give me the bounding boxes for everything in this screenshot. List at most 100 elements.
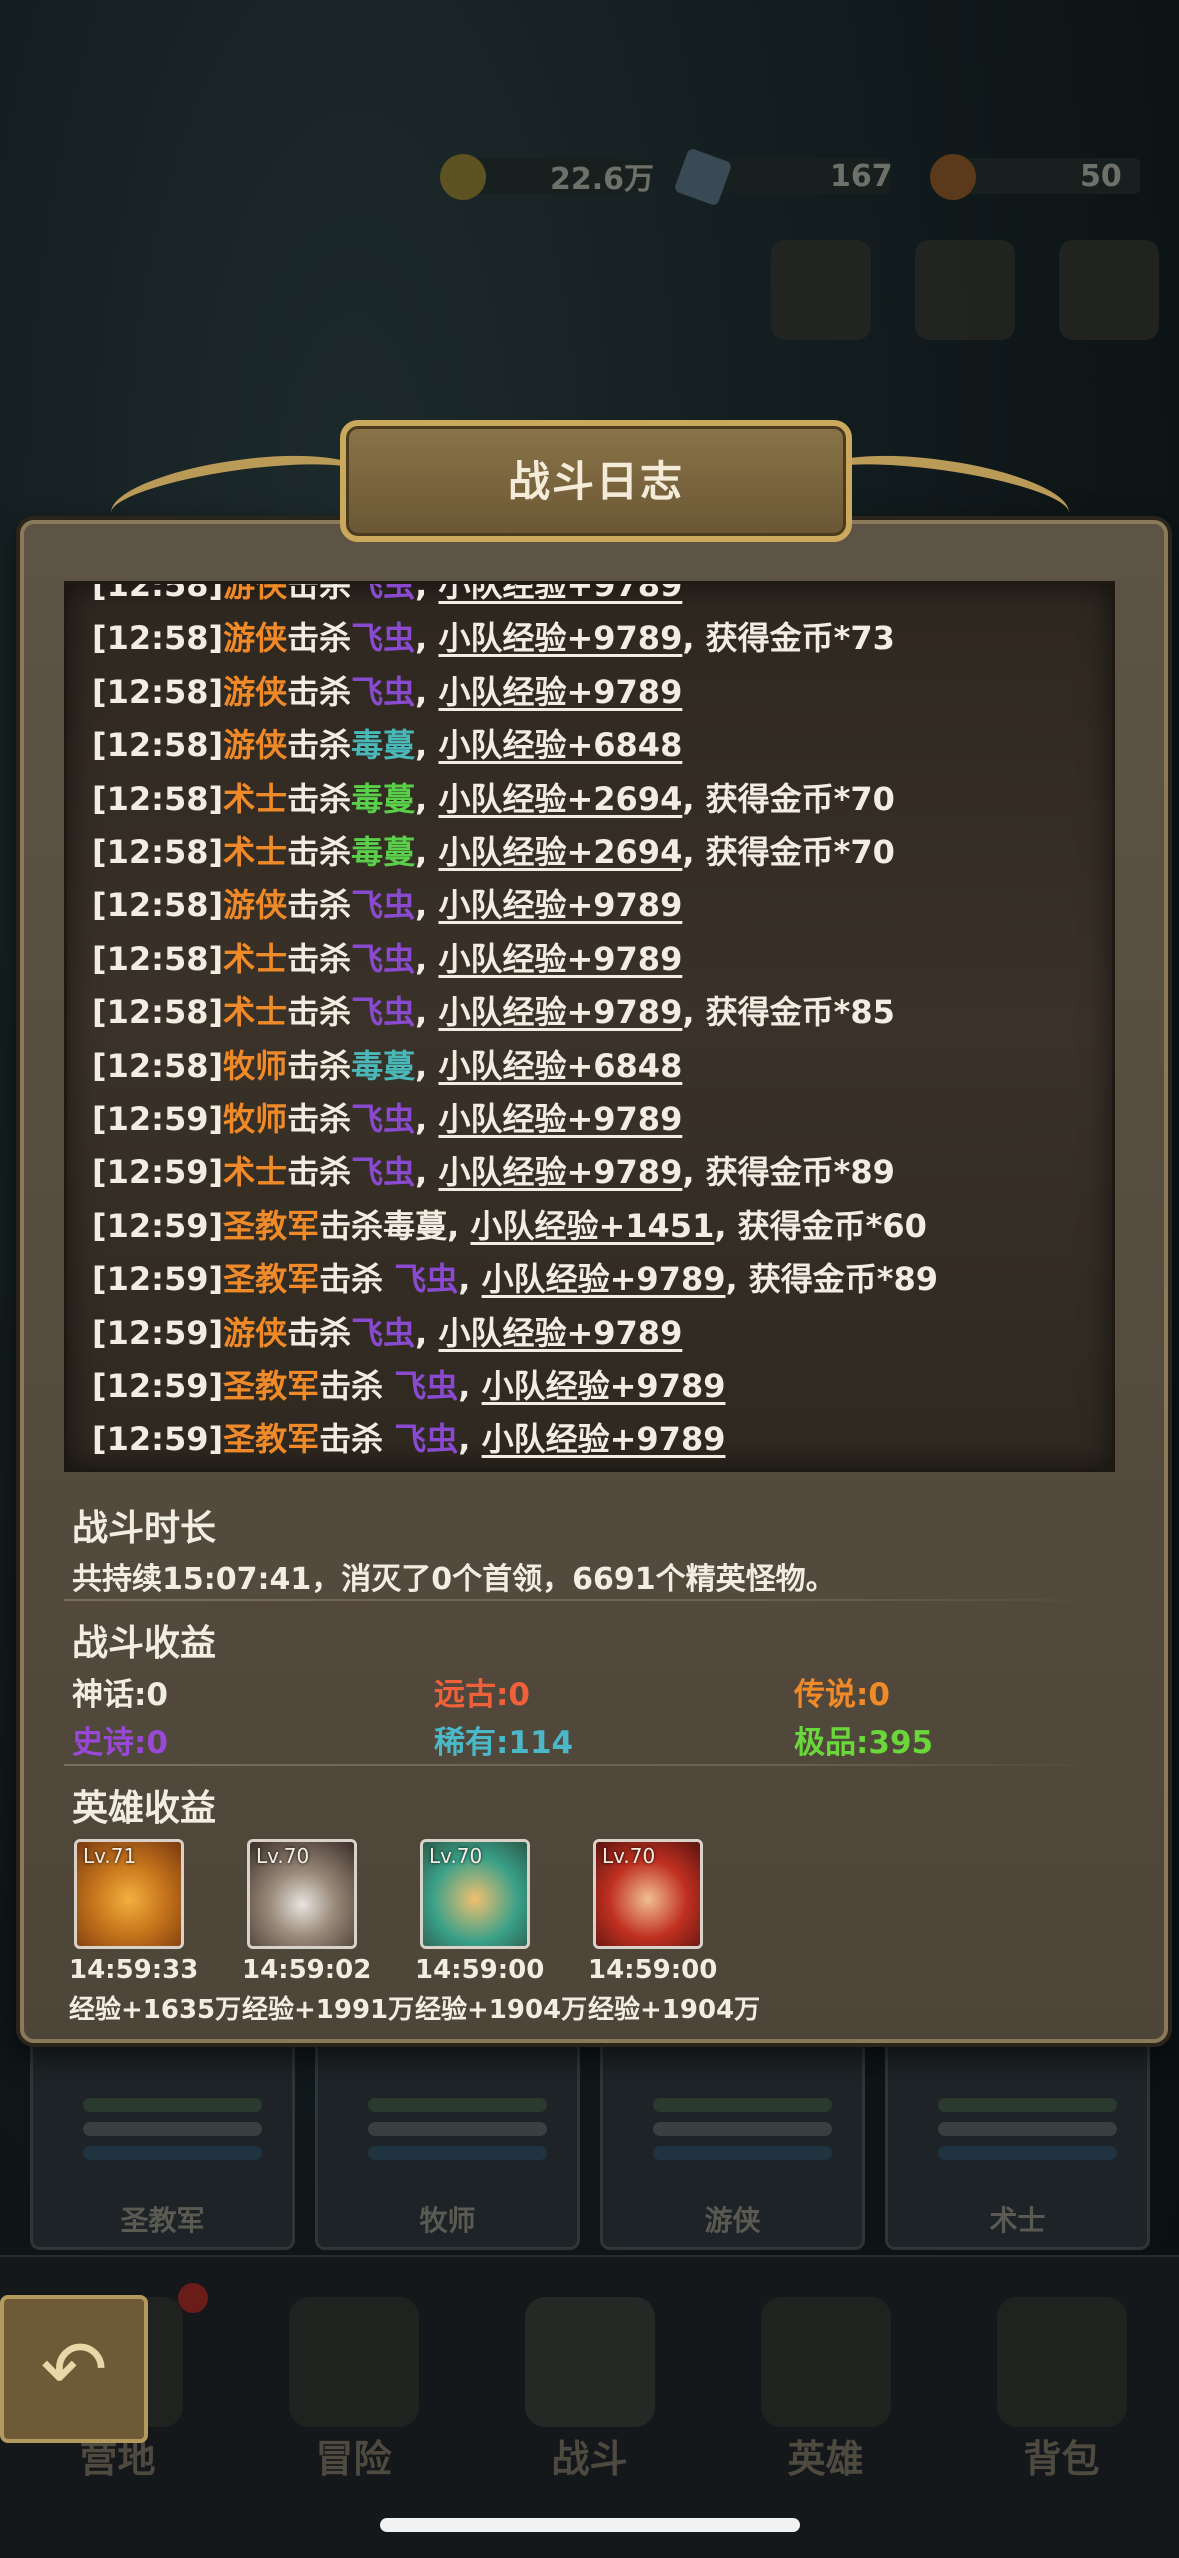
hero-portrait[interactable]: Lv.70 [420,1839,530,1949]
log-exp[interactable]: 小队经验+6848 [438,1047,682,1085]
log-actor: 游侠 [223,619,288,658]
log-entry: [12:59]游侠击杀飞虫, 小队经验+9789 [92,1307,682,1359]
hero-level: Lv.70 [602,1844,656,1868]
hero-slot[interactable]: 游侠 [600,2035,865,2250]
log-time: [12:58] [92,939,224,978]
log-time: [12:58] [92,726,224,765]
log-entry: [12:58]术士击杀毒蔓, 小队经验+2694, 获得金币*70 [92,826,895,878]
nav-heroes[interactable]: 英雄 [708,2257,943,2497]
log-sep: , [415,993,439,1032]
log-verb: 击杀 [319,1367,395,1405]
log-target: 飞虫 [351,939,416,978]
bars [938,2098,1117,2170]
log-actor: 术士 [223,1153,288,1192]
log-actor: 游侠 [223,886,288,925]
log-entry: [12:58]游侠击杀飞虫, 小队经验+9789 [92,879,682,931]
quest-book-icon[interactable] [915,240,1015,340]
divider [64,1599,1114,1601]
mail-icon[interactable] [771,240,871,340]
home-indicator[interactable] [380,2518,800,2532]
map-pin-icon [288,2297,419,2427]
hero-portrait[interactable]: Lv.70 [247,1839,357,1949]
energy-orb-icon [930,154,976,200]
log-exp[interactable]: 小队经验+9789 [438,584,682,604]
settings-wrench-icon[interactable] [1059,240,1159,340]
log-time: [12:58] [92,886,224,925]
log-exp[interactable]: 小队经验+9789 [438,993,682,1031]
log-actor: 术士 [223,833,288,871]
hero-slot[interactable]: 术士 [885,2035,1150,2250]
log-entry: [12:58]术士击杀飞虫, 小队经验+9789, 获得金币*85 [92,986,895,1038]
log-entry: [12:59]圣教军击杀 飞虫, 小队经验+9789, 获得金币*89 [92,1253,938,1305]
hero-portrait[interactable]: Lv.70 [593,1839,703,1949]
log-exp[interactable]: 小队经验+9789 [438,940,682,978]
log-exp[interactable]: 小队经验+9789 [438,1100,682,1138]
log-actor: 游侠 [223,672,288,711]
log-verb: 击杀 [287,939,352,978]
log-actor: 术士 [223,939,288,978]
log-verb: 击杀 [287,672,352,711]
hero-time: 14:59:33 [69,1955,199,1985]
log-exp[interactable]: 小队经验+9789 [438,886,682,924]
log-verb: 击杀 [287,886,352,925]
hero-slot[interactable]: 圣教军 [30,2035,295,2250]
battle-log-list[interactable]: [12:58]游侠击杀飞虫, 小队经验+9789 [12:58]游侠击杀飞虫, 小… [64,581,1115,1472]
log-verb: 击杀 [319,1206,384,1245]
log-actor: 牧师 [223,1046,288,1085]
hero-portrait[interactable]: Lv.71 [74,1839,184,1949]
log-sep: , [458,1367,482,1405]
log-exp[interactable]: 小队经验+9789 [482,1420,726,1458]
log-time: [12:58] [92,581,224,604]
log-sep: , [415,1313,439,1352]
log-verb: 击杀 [319,1420,395,1459]
log-gold: , 获得金币*85 [682,993,895,1032]
log-time: [12:58] [92,672,224,711]
log-sep: , [415,1046,439,1085]
energy-value: 50 [1080,158,1122,194]
loot-legendary: 传说:0 [794,1677,890,1713]
log-exp[interactable]: 小队经验+9789 [438,673,682,711]
diamond-icon [673,147,733,207]
hero-slot[interactable]: 牧师 [315,2035,580,2250]
log-exp[interactable]: 小队经验+9789 [438,1153,682,1191]
log-sep: , [415,726,439,765]
hero-exp: 经验+1904万 [415,1995,588,2025]
duration-text: 共持续15:07:41，消灭了0个首领，6691个精英怪物。 [72,1562,836,1597]
hero-gain-card: Lv.70 14:59:00 经验+1904万 [588,1839,761,2026]
log-exp[interactable]: 小队经验+6848 [438,726,682,764]
log-actor: 游侠 [223,1313,288,1352]
log-sep: , [415,1100,439,1138]
log-exp[interactable]: 小队经验+9789 [482,1367,726,1405]
log-gold: , 获得金币*70 [682,779,895,818]
back-button[interactable]: ↶ [0,2295,148,2443]
log-target: 毒蔓 [351,779,416,818]
log-time: [12:58] [92,619,224,658]
log-exp[interactable]: 小队经验+9789 [482,1260,726,1298]
log-time: [12:59] [92,1153,224,1192]
hero-exp: 经验+1904万 [588,1995,761,2025]
log-verb: 击杀 [287,1153,352,1192]
log-actor: 术士 [223,993,288,1032]
log-actor: 圣教军 [223,1206,320,1245]
loot-rare: 稀有:114 [434,1725,574,1761]
log-gold: , 获得金币*89 [725,1260,939,1299]
log-exp[interactable]: 小队经验+1451 [470,1207,714,1245]
log-exp[interactable]: 小队经验+2694 [438,780,682,818]
log-verb: 击杀 [287,1046,352,1085]
hero-time: 14:59:00 [588,1955,718,1985]
log-entry: [12:58]术士击杀飞虫, 小队经验+9789 [92,933,682,985]
log-exp[interactable]: 小队经验+2694 [438,833,682,871]
energy-resource: 50 [930,150,1140,202]
nav-adventure[interactable]: 冒险 [236,2257,471,2497]
nav-backpack[interactable]: 背包 [944,2257,1179,2497]
nav-battle[interactable]: 战斗 [472,2257,707,2497]
log-target: 飞虫 [351,581,416,604]
bars [83,2098,262,2170]
log-exp[interactable]: 小队经验+9789 [438,619,682,657]
log-sep: , [415,779,439,818]
log-verb: 击杀 [287,779,352,818]
resource-bar: 22.6万 167 50 [440,147,1140,207]
crossed-swords-icon [524,2297,655,2427]
log-time: [12:59] [92,1206,224,1245]
log-exp[interactable]: 小队经验+9789 [438,1314,682,1352]
